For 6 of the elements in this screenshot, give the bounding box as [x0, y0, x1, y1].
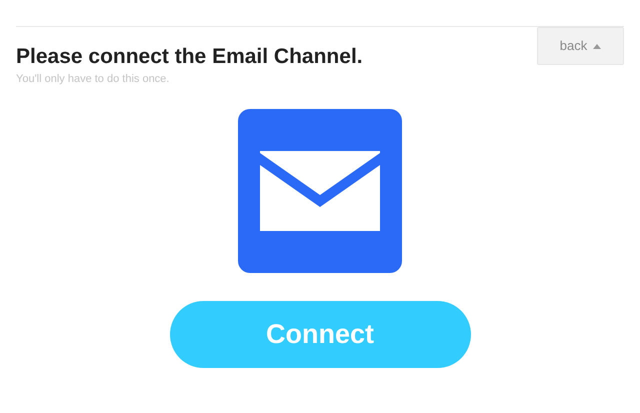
page-subtitle: You'll only have to do this once. [16, 72, 170, 86]
caret-up-icon [593, 44, 602, 48]
back-button[interactable]: back [537, 27, 624, 65]
connect-button[interactable]: Connect [170, 301, 470, 368]
email-icon [238, 109, 402, 273]
page-title: Please connect the Email Channel. [16, 44, 363, 70]
